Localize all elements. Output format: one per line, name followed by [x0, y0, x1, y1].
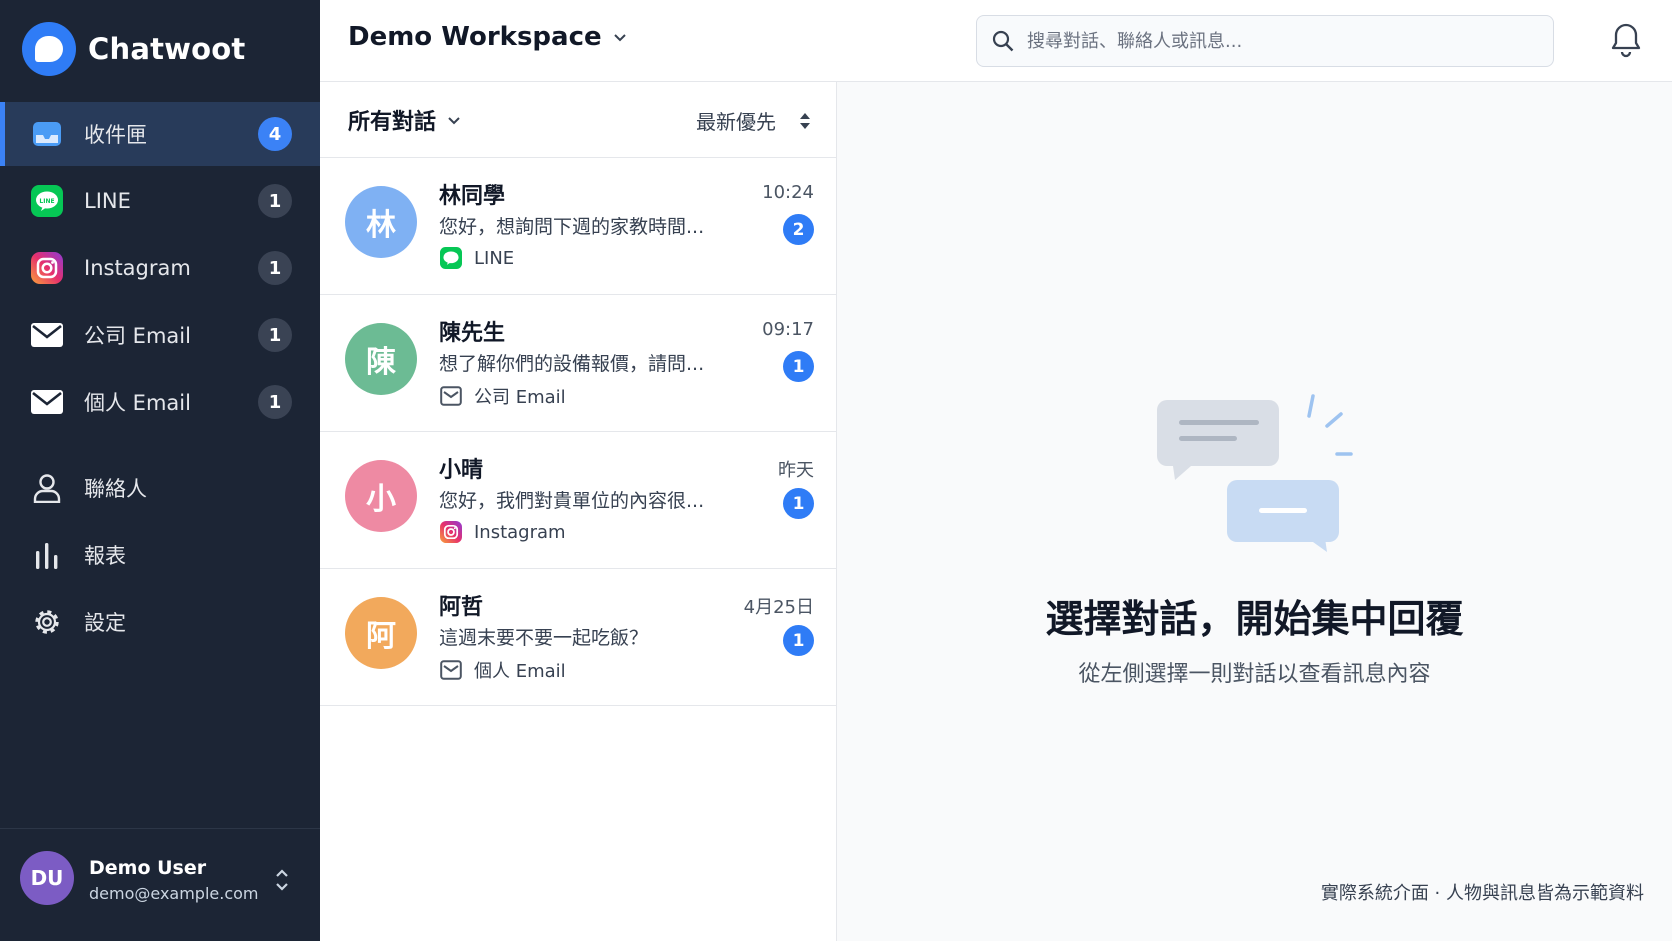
sidebar-item-instagram[interactable]: Instagram 1	[0, 236, 320, 300]
line-icon	[439, 246, 463, 270]
channel-label: 個人 Email	[474, 661, 566, 682]
user-name: Demo User	[89, 857, 207, 879]
inbox-icon	[30, 117, 64, 151]
message-preview: 想了解你們的設備報價，請問...	[439, 353, 705, 375]
gear-icon	[30, 605, 64, 639]
sort-label: 最新優先	[696, 110, 776, 134]
instagram-icon	[30, 251, 64, 285]
workspace-switcher[interactable]: Demo Workspace	[348, 22, 628, 52]
avatar: 陳	[345, 323, 417, 395]
channel-label: 公司 Email	[474, 387, 566, 408]
conversation-item[interactable]: 小 小晴 您好，我們對貴單位的內容很... Instagram 昨天 1	[320, 432, 836, 569]
message-preview: 這週末要不要一起吃飯？	[439, 627, 649, 649]
conversation-item[interactable]: 陳 陳先生 想了解你們的設備報價，請問... 公司 Email 09:17 1	[320, 295, 836, 432]
sidebar-item-label: 個人 Email	[84, 391, 191, 415]
count-badge: 1	[258, 184, 292, 218]
avatar: 林	[345, 186, 417, 258]
unread-badge: 1	[783, 488, 814, 519]
sidebar-item-label: 收件匣	[84, 123, 147, 147]
filter-dropdown[interactable]: 所有對話	[348, 104, 462, 136]
conversation-list: 所有對話 最新優先 林 林同學 您好，想詢問下週的家教時間... LINE 10…	[320, 82, 837, 941]
sort-dropdown[interactable]: 最新優先	[696, 106, 812, 135]
channel-tag: 公司 Email	[439, 383, 566, 409]
contact-name: 林同學	[439, 184, 506, 209]
channel-label: Instagram	[474, 521, 566, 543]
line-icon: LINE	[30, 184, 64, 218]
list-header: 所有對話 最新優先	[320, 82, 836, 158]
bell-icon[interactable]	[1610, 22, 1642, 58]
brand[interactable]: Chatwoot	[22, 22, 245, 76]
message-preview: 您好，想詢問下週的家教時間...	[439, 216, 705, 238]
workspace-name: Demo Workspace	[348, 22, 602, 52]
filter-label: 所有對話	[348, 110, 437, 135]
svg-text:LINE: LINE	[39, 198, 54, 205]
avatar: DU	[20, 851, 74, 905]
sidebar-item-label: Instagram	[84, 256, 191, 280]
instagram-icon	[439, 520, 463, 544]
contact-name: 小晴	[439, 458, 484, 483]
main-nav: 聯絡人 報表 設定	[0, 456, 320, 657]
channel-label: LINE	[474, 247, 515, 269]
avatar: 小	[345, 460, 417, 532]
message-preview: 您好，我們對貴單位的內容很...	[439, 490, 705, 512]
channel-tag: 個人 Email	[439, 657, 566, 683]
sidebar-item-company-email[interactable]: 公司 Email 1	[0, 303, 320, 367]
user-menu[interactable]: DU Demo User demo@example.com	[0, 828, 320, 941]
mail-icon	[30, 318, 64, 352]
unread-badge: 2	[783, 214, 814, 245]
sidebar-item-contacts[interactable]: 聯絡人	[0, 456, 320, 520]
sidebar-item-inbox[interactable]: 收件匣 4	[0, 102, 320, 166]
timestamp: 09:17	[762, 319, 814, 340]
sidebar-item-settings[interactable]: 設定	[0, 590, 320, 654]
timestamp: 10:24	[762, 182, 814, 203]
user-email: demo@example.com	[89, 884, 259, 903]
inbox-nav: 收件匣 4 LINE LINE 1 Instagram 1 公司 Email 1	[0, 102, 320, 437]
sidebar-item-label: 設定	[84, 611, 126, 635]
avatar: 阿	[345, 597, 417, 669]
unread-badge: 1	[783, 351, 814, 382]
contact-name: 陳先生	[439, 321, 506, 346]
channel-tag: LINE	[439, 246, 514, 270]
demo-footnote: 實際系統介面 · 人物與訊息皆為示範資料	[1320, 883, 1644, 904]
chevron-up-down-icon[interactable]	[272, 865, 292, 895]
chevron-down-icon	[448, 117, 460, 125]
empty-state-title: 選擇對話，開始集中回覆	[1045, 597, 1464, 641]
empty-state-subtitle: 從左側選擇一則對話以查看訊息內容	[1078, 662, 1431, 687]
chat-bubble-icon	[22, 22, 76, 76]
search-input[interactable]	[1027, 30, 1527, 52]
brand-name: Chatwoot	[88, 32, 246, 66]
sidebar-item-line[interactable]: LINE LINE 1	[0, 169, 320, 233]
count-badge: 1	[258, 385, 292, 419]
sidebar-item-label: 聯絡人	[84, 477, 147, 501]
sort-icon	[800, 112, 810, 129]
conversation-item[interactable]: 林 林同學 您好，想詢問下週的家教時間... LINE 10:24 2	[320, 158, 836, 295]
bar-chart-icon	[30, 538, 64, 572]
conversation-panel: 選擇對話，開始集中回覆 從左側選擇一則對話以查看訊息內容 實際系統介面 · 人物…	[837, 82, 1672, 941]
sidebar-item-label: 報表	[84, 544, 126, 568]
search-icon	[992, 30, 1014, 52]
count-badge: 1	[258, 251, 292, 285]
contact-name: 阿哲	[439, 595, 484, 620]
top-bar: Demo Workspace	[320, 0, 1672, 82]
chat-bubbles-icon	[1157, 394, 1353, 552]
search-box	[976, 15, 1554, 67]
mail-icon	[439, 658, 463, 682]
sidebar-item-label: 公司 Email	[84, 324, 191, 348]
mail-icon	[439, 384, 463, 408]
person-icon	[30, 471, 64, 505]
mail-icon	[30, 385, 64, 419]
sidebar-item-reports[interactable]: 報表	[0, 523, 320, 587]
sidebar-item-personal-email[interactable]: 個人 Email 1	[0, 370, 320, 434]
channel-tag: Instagram	[439, 520, 566, 544]
unread-badge: 1	[783, 625, 814, 656]
count-badge: 1	[258, 318, 292, 352]
sidebar: Chatwoot 收件匣 4 LINE LINE 1 Instagram 1 公…	[0, 0, 320, 941]
timestamp: 昨天	[778, 460, 814, 481]
conversation-item[interactable]: 阿 阿哲 這週末要不要一起吃飯？ 個人 Email 4月25日 1	[320, 569, 836, 706]
timestamp: 4月25日	[743, 597, 814, 618]
chevron-down-icon	[613, 34, 626, 42]
count-badge: 4	[258, 117, 292, 151]
sidebar-item-label: LINE	[84, 189, 131, 213]
